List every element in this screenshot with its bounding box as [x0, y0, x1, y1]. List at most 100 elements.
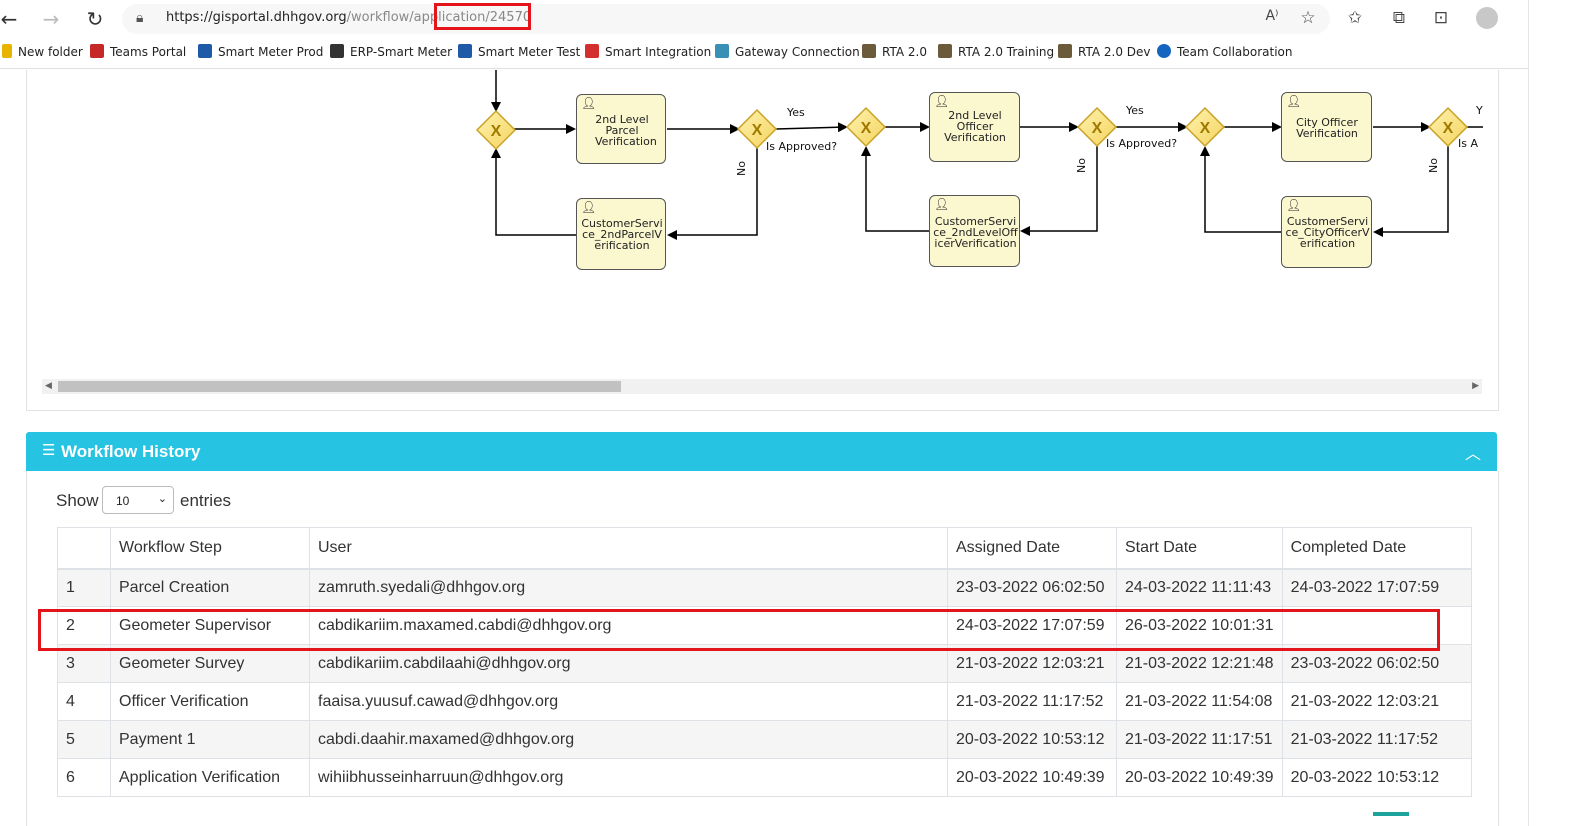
entries-label: entries: [180, 491, 232, 510]
cell-workflow-step: Officer Verification: [110, 682, 310, 721]
cell-start-date: 24-03-2022 11:11:43: [1116, 568, 1283, 607]
workflow-history-header[interactable]: ☰ Workflow History ︿: [26, 432, 1497, 471]
column-header-start-date[interactable]: Start Date: [1116, 527, 1283, 570]
task-customerservice-2nd-level-officer-verification[interactable]: 👤︎ CustomerService_2ndLevelOfficerVerifi…: [929, 195, 1020, 267]
flow-arrow: [491, 148, 576, 236]
cell-assigned-date: 20-03-2022 10:53:12: [947, 720, 1117, 759]
cell-workflow-step: Parcel Creation: [110, 568, 310, 607]
cell-index: 4: [57, 682, 111, 721]
cell-index: 3: [57, 644, 111, 683]
task-label: CustomerService_2ndLevelOfficerVerificat…: [933, 215, 1018, 250]
task-label: CustomerService_2ndParcelVerification: [581, 217, 663, 252]
column-header-workflow-step[interactable]: Workflow Step: [110, 527, 310, 570]
cell-completed-date: 23-03-2022 06:02:50: [1281, 644, 1472, 683]
table-row: 4 Officer Verification faaisa.yuusuf.caw…: [57, 682, 1472, 721]
cell-workflow-step: Geometer Survey: [110, 644, 310, 683]
flow-label-is-approved: Is Approved?: [766, 140, 837, 153]
user-task-icon: 👤︎: [1286, 94, 1302, 108]
flow-label-no: No: [735, 161, 748, 176]
cell-user: cabdikariim.maxamed.cabdi@dhhgov.org: [309, 606, 948, 645]
flow-label-is-approved: Is A: [1458, 137, 1478, 150]
flow-label-yes: Yes: [786, 106, 805, 119]
workflow-history-title: Workflow History: [61, 442, 201, 461]
cell-completed-date: 20-03-2022 10:53:12: [1281, 758, 1472, 797]
cell-user: wihiibhusseinharruun@dhhgov.org: [309, 758, 948, 797]
table-row: 3 Geometer Survey cabdikariim.cabdilaahi…: [57, 644, 1472, 683]
cell-completed-date: 21-03-2022 12:03:21: [1281, 682, 1472, 721]
chevron-up-icon[interactable]: ︿: [1465, 440, 1481, 464]
user-task-icon: 👤︎: [581, 96, 597, 110]
task-customerservice-2nd-parcel-verification[interactable]: 👤︎ CustomerService_2ndParcelVerification: [576, 198, 666, 270]
gateway-1[interactable]: X: [475, 109, 517, 151]
pagination-active-indicator[interactable]: [1373, 812, 1409, 816]
cell-assigned-date: 21-03-2022 11:17:52: [947, 682, 1117, 721]
cell-index: 6: [57, 758, 111, 797]
cell-user: zamruth.syedali@dhhgov.org: [309, 568, 948, 607]
user-task-icon: 👤︎: [1286, 198, 1302, 212]
cell-assigned-date: 23-03-2022 06:02:50: [947, 568, 1117, 607]
cell-assigned-date: 24-03-2022 17:07:59: [947, 606, 1117, 645]
flow-arrow: [775, 122, 848, 133]
scrollbar-thumb[interactable]: [58, 381, 621, 392]
cell-start-date: 21-03-2022 11:54:08: [1116, 682, 1283, 721]
column-header-user[interactable]: User: [309, 527, 948, 570]
cell-workflow-step: Application Verification: [110, 758, 310, 797]
table-row: 1 Parcel Creation zamruth.syedali@dhhgov…: [57, 568, 1472, 607]
cell-user: cabdikariim.cabdilaahi@dhhgov.org: [309, 644, 948, 683]
page-size-select[interactable]: 10 ⌄: [102, 486, 174, 514]
chevron-down-icon: ⌄: [157, 492, 167, 505]
svg-text:X: X: [861, 120, 872, 137]
cell-workflow-step: Payment 1: [110, 720, 310, 759]
column-header-completed-date[interactable]: Completed Date: [1281, 527, 1472, 570]
gateway-3[interactable]: X: [845, 106, 887, 148]
cell-start-date: 21-03-2022 12:21:48: [1116, 644, 1283, 683]
flow-arrow: [861, 146, 929, 232]
task-label: City Officer Verification: [1296, 116, 1358, 140]
svg-text:X: X: [1092, 120, 1103, 137]
table-header-row: Workflow Step User Assigned Date Start D…: [57, 527, 1472, 570]
show-label: Show: [56, 491, 99, 510]
scroll-left-icon[interactable]: ◀: [45, 379, 52, 394]
column-header-index[interactable]: [57, 527, 111, 570]
cell-index: 1: [57, 568, 111, 607]
task-customerservice-city-officer-verification[interactable]: 👤︎ CustomerService_CityOfficerVerificati…: [1281, 196, 1372, 268]
page-scrollbar-track[interactable]: [1528, 0, 1529, 826]
flow-label-yes: Y: [1475, 104, 1483, 117]
table-row: 2 Geometer Supervisor cabdikariim.maxame…: [57, 606, 1472, 645]
workflow-history-table: Workflow Step User Assigned Date Start D…: [57, 527, 1472, 797]
column-header-assigned-date[interactable]: Assigned Date: [947, 527, 1117, 570]
flow-label-yes: Yes: [1125, 104, 1144, 117]
cell-assigned-date: 20-03-2022 10:49:39: [947, 758, 1117, 797]
cell-user: faaisa.yuusuf.cawad@dhhgov.org: [309, 682, 948, 721]
task-2nd-level-officer-verification[interactable]: 👤︎ 2nd Level Officer Verification: [929, 92, 1020, 162]
flow-label-no: No: [1075, 158, 1088, 173]
svg-text:X: X: [491, 123, 502, 140]
flow-label-is-approved: Is Approved?: [1106, 137, 1177, 150]
cell-completed-date: [1281, 606, 1472, 645]
diagram-horizontal-scrollbar[interactable]: ◀ ▶: [42, 379, 1482, 394]
task-2nd-level-parcel-verification[interactable]: 👤︎ 2nd Level Parcel Verification: [576, 94, 666, 164]
cell-user: cabdi.daahir.maxamed@dhhgov.org: [309, 720, 948, 759]
svg-text:X: X: [1200, 120, 1211, 137]
flow-label-no: No: [1427, 158, 1440, 173]
list-icon: ☰: [42, 441, 56, 459]
scroll-right-icon[interactable]: ▶: [1472, 379, 1479, 394]
cell-start-date: 21-03-2022 11:17:51: [1116, 720, 1283, 759]
task-city-officer-verification[interactable]: 👤︎ City Officer Verification: [1281, 92, 1372, 162]
table-row: 6 Application Verification wihiibhussein…: [57, 758, 1472, 797]
user-task-icon: 👤︎: [934, 94, 950, 108]
cell-workflow-step: Geometer Supervisor: [110, 606, 310, 645]
svg-text:X: X: [1443, 120, 1454, 137]
cell-assigned-date: 21-03-2022 12:03:21: [947, 644, 1117, 683]
cell-completed-date: 24-03-2022 17:07:59: [1281, 568, 1472, 607]
svg-text:X: X: [752, 122, 763, 139]
cell-start-date: 20-03-2022 10:49:39: [1116, 758, 1283, 797]
cell-index: 2: [57, 606, 111, 645]
flow-arrow: [1200, 146, 1282, 233]
user-task-icon: 👤︎: [934, 197, 950, 211]
gateway-5[interactable]: X: [1184, 106, 1226, 148]
user-task-icon: 👤︎: [581, 200, 597, 214]
task-label: CustomerService_CityOfficerVerification: [1285, 215, 1370, 250]
task-label: 2nd Level Officer Verification: [944, 109, 1006, 144]
cell-index: 5: [57, 720, 111, 759]
